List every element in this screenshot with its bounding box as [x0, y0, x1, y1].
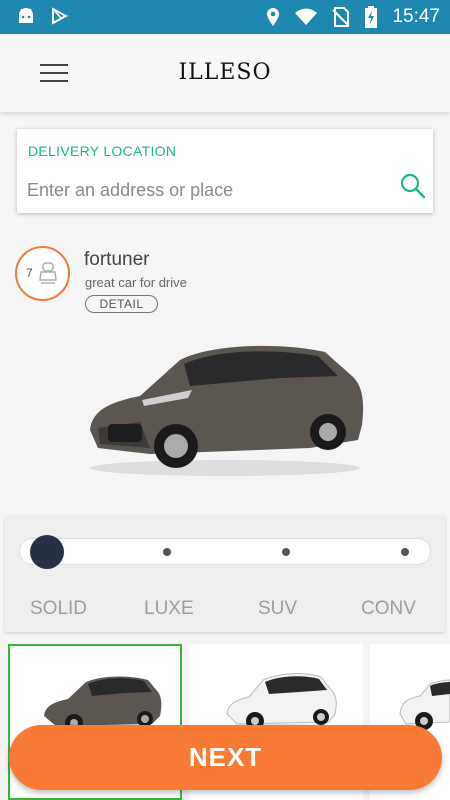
wifi-icon [295, 8, 318, 25]
delivery-location-label: DELIVERY LOCATION [28, 143, 177, 159]
category-suv[interactable]: SUV [258, 598, 297, 620]
app-bar: ILLESO [0, 34, 450, 112]
car-name: fortuner [84, 249, 150, 270]
seat-count-badge: 7 [15, 246, 70, 301]
next-button[interactable]: NEXT [9, 725, 442, 790]
no-sim-icon [332, 7, 351, 27]
location-icon [267, 8, 280, 26]
status-time: 15:47 [392, 6, 440, 27]
status-left [16, 7, 68, 25]
search-icon[interactable] [399, 172, 427, 200]
category-luxe[interactable]: LUXE [144, 598, 194, 620]
android-icon [19, 8, 33, 23]
play-store-icon [52, 7, 68, 25]
detail-button[interactable]: DETAIL [85, 295, 158, 313]
app-title: ILLESO [178, 60, 272, 85]
address-input[interactable] [27, 175, 387, 205]
status-right: 15:47 [266, 6, 440, 28]
category-solid[interactable]: SOLID [30, 598, 87, 620]
slider-knob[interactable] [30, 535, 64, 569]
car-description: great car for drive [85, 275, 187, 290]
seat-count: 7 [26, 266, 33, 280]
slider-stop-suv[interactable] [282, 548, 290, 556]
slider-stop-luxe[interactable] [163, 548, 171, 556]
status-bar: 15:47 [0, 0, 450, 34]
category-conv[interactable]: CONV [361, 598, 416, 620]
car-seat-icon [39, 262, 57, 284]
slider-stop-conv[interactable] [401, 548, 409, 556]
battery-charging-icon [365, 6, 378, 28]
category-selector: SOLID LUXE SUV CONV [5, 516, 445, 632]
delivery-location-card: DELIVERY LOCATION [17, 129, 433, 213]
car-image [90, 345, 364, 476]
category-slider[interactable] [19, 535, 431, 569]
